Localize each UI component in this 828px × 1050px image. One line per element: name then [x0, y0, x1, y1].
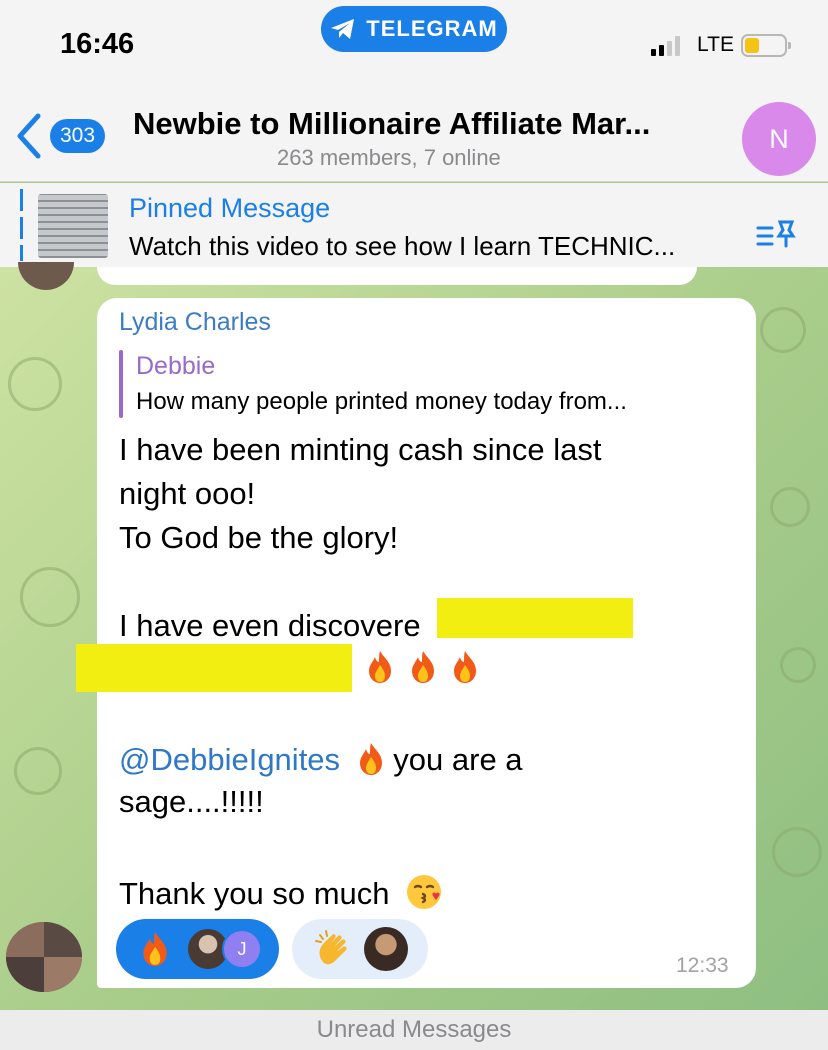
message-sender[interactable]: Lydia Charles [119, 308, 271, 337]
pinned-message-bar[interactable]: Pinned Message Watch this video to see h… [0, 183, 828, 267]
status-bar: 16:46 TELEGRAM LTE [0, 0, 828, 92]
message-line-text: Thank you so much [119, 876, 390, 911]
pinned-indicator [20, 189, 23, 261]
message-line: I have even discovere [119, 608, 421, 643]
message-line: sage....!!!!! [119, 784, 264, 819]
group-avatar[interactable]: N [742, 102, 816, 176]
reactor-avatar-letter: J [222, 929, 262, 969]
reply-sender[interactable]: Debbie [136, 352, 215, 381]
message-line: @DebbieIgnites you are a [119, 742, 523, 776]
pinned-title: Pinned Message [129, 193, 331, 223]
return-to-app-pill[interactable]: TELEGRAM [321, 6, 507, 52]
unread-messages-divider: Unread Messages [0, 1010, 828, 1050]
status-time: 16:46 [60, 28, 135, 60]
signal-strength-icon [651, 36, 680, 56]
fire-emoji-icon [411, 651, 434, 683]
redaction-highlight [76, 644, 352, 692]
clapping-hands-emoji-icon [315, 930, 347, 965]
network-type: LTE [697, 33, 734, 56]
redaction-highlight [437, 598, 633, 638]
message-time: 12:33 [676, 954, 729, 977]
message-line: I have been minting cash since last [119, 432, 602, 467]
pinned-list-icon[interactable] [756, 218, 798, 250]
chat-header: 303 Newbie to Millionaire Affiliate Mar.… [0, 92, 828, 182]
pinned-thumbnail [38, 194, 108, 258]
message-line: To God be the glory! [119, 520, 399, 555]
previous-message-bubble[interactable] [97, 267, 697, 285]
back-unread-badge[interactable]: 303 [50, 119, 106, 153]
mention-link[interactable]: @DebbieIgnites [119, 742, 340, 777]
reactor-avatar [364, 927, 408, 971]
fire-emoji-icon [359, 743, 382, 775]
reply-preview-text[interactable]: How many people printed money today from… [136, 388, 627, 416]
message-line: night ooo! [119, 476, 256, 511]
fire-emoji-icon [369, 651, 391, 683]
fire-emojis [366, 650, 479, 684]
reply-quote-bar [119, 350, 123, 418]
message-line: Thank you so much [119, 874, 442, 910]
kissing-face-emoji-icon [407, 875, 442, 909]
message-line-rest: you are a [393, 742, 523, 777]
chat-members-status: 263 members, 7 online [277, 145, 501, 170]
fire-emoji-icon [143, 932, 167, 966]
battery-icon [741, 34, 791, 57]
back-chevron-icon[interactable] [14, 112, 44, 160]
chat-title[interactable]: Newbie to Millionaire Affiliate Mar... [133, 106, 650, 142]
fire-reaction-button[interactable]: J [116, 919, 279, 979]
fire-emoji-icon [454, 651, 477, 683]
sender-avatar[interactable] [6, 922, 82, 992]
telegram-plane-icon [331, 19, 355, 39]
app-pill-label: TELEGRAM [366, 16, 498, 41]
clap-reaction-button[interactable] [292, 919, 428, 979]
pinned-text: Watch this video to see how I learn TECH… [129, 231, 676, 261]
